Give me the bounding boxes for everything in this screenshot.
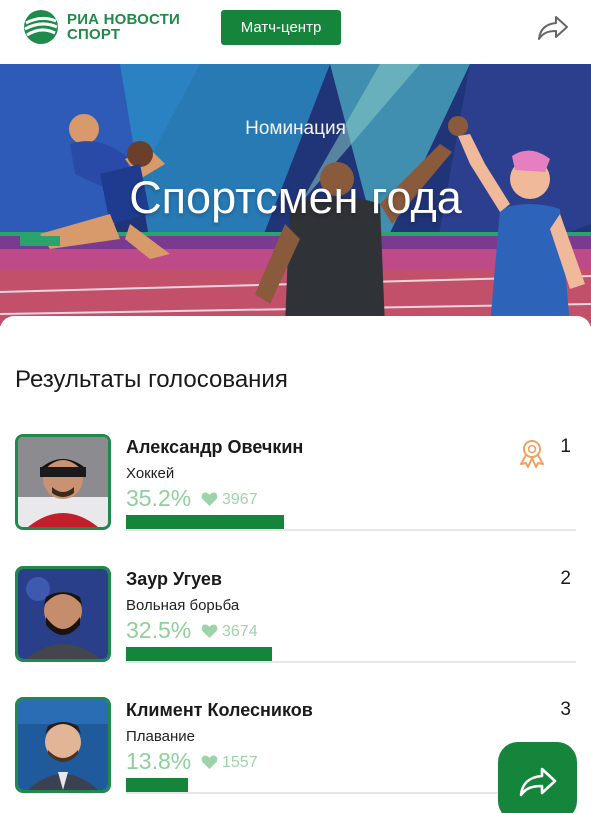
logo-text: РИА НОВОСТИ СПОРТ <box>67 11 181 43</box>
candidate-row[interactable]: Климент Колесников Плавание 13.8% 1557 3 <box>15 697 577 797</box>
candidate-likes: 3674 <box>222 623 258 640</box>
vote-progress-fill <box>126 515 284 529</box>
heart-icon <box>201 492 218 506</box>
candidate-percent: 13.8% <box>126 748 192 774</box>
candidate-likes: 1557 <box>222 754 258 771</box>
candidate-sport: Вольная борьба <box>126 597 240 614</box>
candidate-photo <box>15 566 111 662</box>
vote-progress-track <box>126 661 576 663</box>
candidate-sport: Плавание <box>126 728 196 745</box>
vote-progress-bar <box>126 515 576 531</box>
candidate-photo <box>15 697 111 793</box>
candidate-photo <box>15 434 111 530</box>
match-center-button[interactable]: Матч-центр <box>221 10 341 45</box>
vote-progress-fill <box>126 778 188 792</box>
app-header: РИА НОВОСТИ СПОРТ Матч-центр <box>0 0 591 64</box>
vote-progress-bar <box>126 647 576 663</box>
banner-kicker: Номинация <box>245 118 346 139</box>
nomination-banner: Номинация Спортсмен года <box>0 64 591 326</box>
vote-progress-fill <box>126 647 272 661</box>
candidate-name: Климент Колесников <box>126 700 313 720</box>
heart-icon <box>201 624 218 638</box>
results-card: Результаты голосования Александр Овечкин… <box>0 316 591 813</box>
candidate-rank: 2 <box>560 568 571 589</box>
candidate-rank: 3 <box>560 699 571 720</box>
vote-progress-track <box>126 529 576 531</box>
candidate-rank: 1 <box>560 436 571 457</box>
ria-sport-logo[interactable]: РИА НОВОСТИ СПОРТ <box>22 8 180 46</box>
candidate-sport: Хоккей <box>126 465 175 482</box>
candidate-percent: 32.5% <box>126 617 192 643</box>
candidate-row[interactable]: Заур Угуев Вольная борьба 32.5% 3674 2 <box>15 566 577 666</box>
share-fab-button[interactable] <box>498 742 577 813</box>
candidate-name: Александр Овечкин <box>126 437 304 457</box>
results-title: Результаты голосования <box>15 366 288 393</box>
share-arrow-icon <box>519 767 556 796</box>
medal-icon <box>520 440 544 468</box>
banner-title: Спортсмен года <box>129 172 462 223</box>
candidate-name: Заур Угуев <box>126 569 222 589</box>
share-arrow-icon[interactable] <box>537 14 569 42</box>
candidate-likes: 3967 <box>222 491 258 508</box>
candidate-row[interactable]: Александр Овечкин Хоккей 35.2% 3967 1 <box>15 434 577 534</box>
candidate-percent: 35.2% <box>126 485 192 511</box>
logo-globe-icon <box>24 10 58 44</box>
heart-icon <box>201 755 218 769</box>
